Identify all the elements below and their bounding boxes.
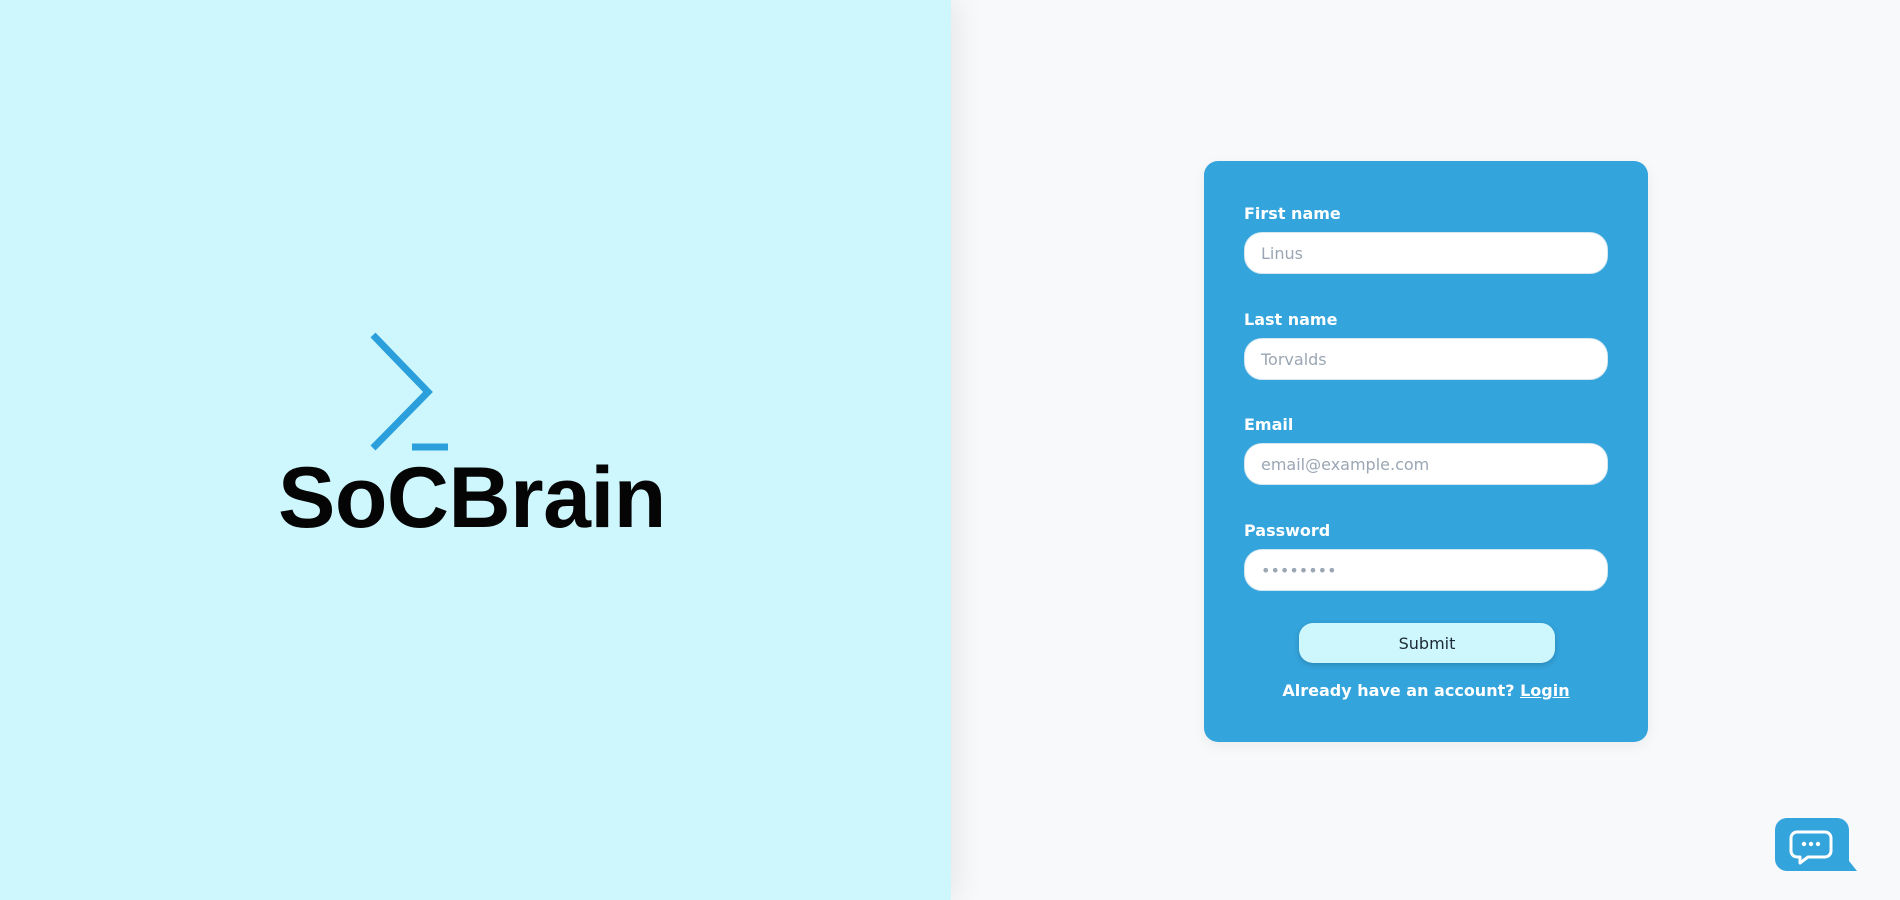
brand-panel: SoCBrain [0, 0, 951, 900]
first-name-label: First name [1244, 204, 1341, 223]
signup-form: First name Last name Email Password Subm… [1204, 161, 1648, 742]
last-name-label: Last name [1244, 310, 1338, 329]
last-name-group: Last name [1244, 310, 1608, 380]
email-group: Email [1244, 415, 1608, 485]
logo: SoCBrain [278, 330, 666, 546]
login-prompt: Already have an account? Login [1204, 681, 1648, 700]
login-link[interactable]: Login [1520, 681, 1570, 700]
chat-bubble-icon [1775, 818, 1857, 871]
password-group: Password [1244, 521, 1608, 591]
first-name-group: First name [1244, 204, 1608, 274]
terminal-prompt-icon [370, 332, 448, 451]
email-input[interactable] [1244, 443, 1608, 485]
password-input[interactable] [1244, 549, 1608, 591]
password-label: Password [1244, 521, 1331, 540]
chat-button[interactable] [1775, 818, 1859, 874]
login-prompt-text: Already have an account? [1282, 681, 1515, 700]
logo-text: SoCBrain [278, 450, 666, 546]
submit-button[interactable]: Submit [1299, 623, 1555, 663]
last-name-input[interactable] [1244, 338, 1608, 380]
email-label: Email [1244, 415, 1294, 434]
first-name-input[interactable] [1244, 232, 1608, 274]
